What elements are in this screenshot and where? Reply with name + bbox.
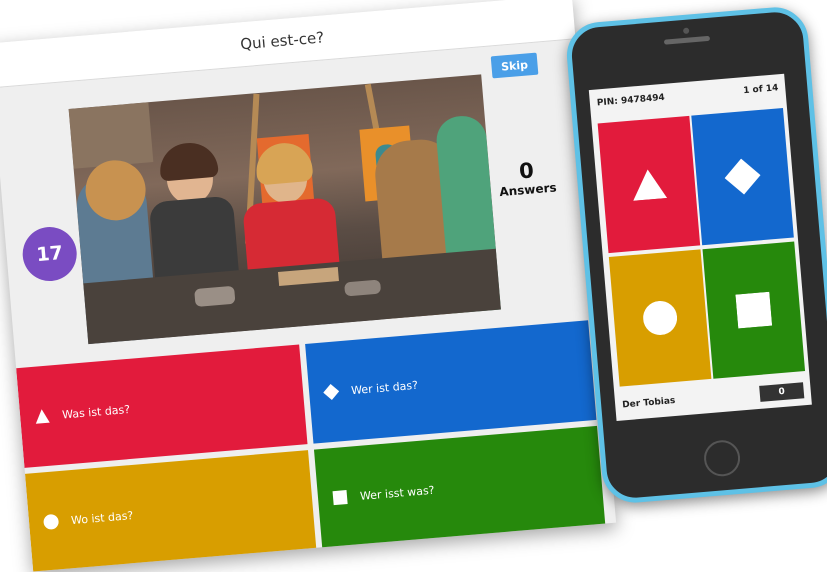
phone-speaker (663, 35, 711, 45)
diamond-icon (724, 158, 761, 195)
phone-answer-triangle[interactable] (597, 115, 701, 254)
circle-icon (643, 300, 678, 335)
countdown-timer: 17 (20, 224, 79, 284)
question-progress: 1 of 14 (742, 83, 779, 97)
answer-tile-red: Was ist das? (16, 344, 308, 468)
score-badge: 0 (759, 382, 805, 402)
circle-icon (43, 514, 59, 530)
phone-camera (682, 27, 690, 35)
phone-answer-circle[interactable] (608, 249, 712, 387)
phone-answer-square[interactable] (702, 241, 806, 379)
square-icon (332, 490, 348, 506)
game-pin: PIN: 9478494 (596, 92, 666, 109)
answer-tile-blue: Wer ist das? (305, 320, 597, 444)
wall-shelf (68, 102, 154, 169)
game-screen: Qui est-ce? Skip 17 0 Answers Was ist da… (0, 0, 617, 572)
clay-piece (194, 285, 236, 308)
home-button[interactable] (702, 438, 742, 478)
question-bar: Qui est-ce? (0, 0, 576, 89)
score-value: 0 (778, 386, 786, 398)
diamond-icon (323, 384, 340, 400)
answer-tile-green: Wer isst was? (313, 425, 606, 550)
phone-answer-diamond[interactable] (691, 107, 794, 246)
question-image (68, 74, 501, 345)
triangle-icon (35, 409, 50, 424)
answer-tile-yellow: Wo ist das? (25, 450, 317, 572)
answer-label: Was ist das? (61, 402, 131, 422)
triangle-icon (633, 169, 668, 201)
clay-piece-2 (344, 279, 382, 297)
question-title: Qui est-ce? (239, 28, 325, 54)
skip-button[interactable]: Skip (490, 52, 539, 79)
answers-counter: 0 Answers (496, 156, 559, 199)
answer-label: Wer ist das? (350, 378, 419, 397)
person-left-hair (157, 140, 219, 182)
answer-label: Wer isst was? (359, 483, 435, 503)
timer-value: 17 (35, 241, 64, 267)
answer-label: Wo ist das? (70, 508, 134, 527)
phone-device: PIN: 9478494 1 of 14 Der Tobias 0 (564, 4, 827, 506)
square-icon (735, 291, 773, 329)
phone-screen: PIN: 9478494 1 of 14 Der Tobias 0 (588, 73, 812, 421)
player-name: Der Tobias (621, 396, 676, 411)
